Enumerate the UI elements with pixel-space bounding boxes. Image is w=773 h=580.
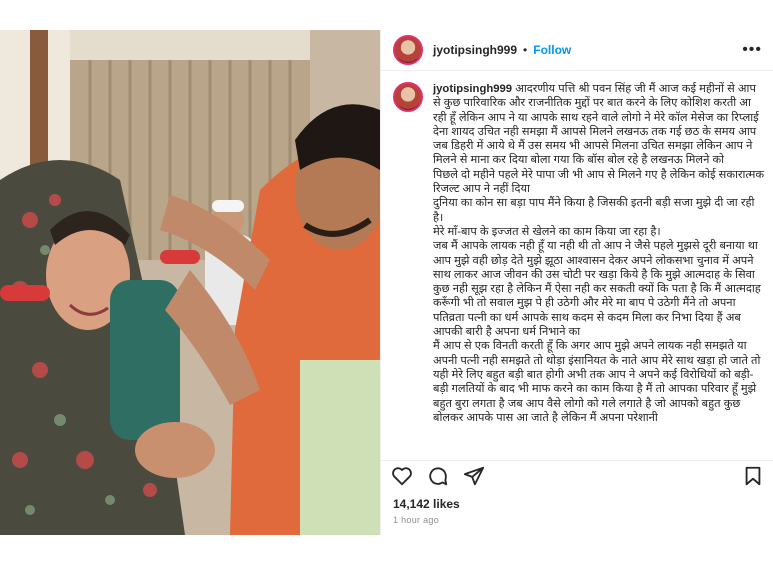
caption-line: आदरणीय पत्ति श्री पवन सिंह जी मैं आज कई … (433, 83, 759, 167)
caption-paragraph: jyotipsingh999 आदरणीय पत्ति श्री पवन सिं… (433, 82, 765, 168)
avatar[interactable] (393, 35, 423, 65)
post-sidebar: jyotipsingh999 • Follow ••• jyotipsingh9… (380, 30, 773, 535)
post-actions (381, 460, 773, 490)
paper-plane-icon[interactable] (463, 465, 485, 487)
caption-line: पिछले दो महीने पहले मेरे पापा जी भी आप स… (433, 168, 765, 196)
post-timestamp[interactable]: 1 hour ago (393, 515, 439, 525)
caption-line: मैं आप से एक विनती करती हूँ कि अगर आप मु… (433, 340, 761, 424)
likes-count[interactable]: 14,142 likes (393, 497, 460, 511)
caption-line: दुनिया का कोन सा बड़ा पाप मैंने किया है … (433, 197, 755, 224)
post-photo[interactable] (0, 30, 380, 535)
comment-icon[interactable] (427, 465, 449, 487)
bookmark-icon[interactable] (742, 465, 764, 487)
follow-button[interactable]: Follow (533, 43, 571, 57)
separator: • (523, 43, 528, 57)
caption-line: जब मैं आपके लायक नही हूँ या नही थी तो आप… (433, 240, 761, 339)
post-caption: jyotipsingh999 आदरणीय पत्ति श्री पवन सिं… (393, 82, 765, 477)
heart-icon[interactable] (391, 465, 413, 487)
username[interactable]: jyotipsingh999 (433, 43, 517, 57)
instagram-post: jyotipsingh999 • Follow ••• jyotipsingh9… (0, 30, 773, 535)
caption-avatar[interactable] (393, 82, 423, 112)
caption-line: मेरे माँ-बाप के इज्जत से खेलने का काम कि… (433, 225, 661, 238)
caption-username[interactable]: jyotipsingh999 (433, 83, 512, 95)
more-options-icon[interactable]: ••• (742, 42, 762, 58)
post-photo-illustration (0, 30, 380, 535)
post-header: jyotipsingh999 • Follow ••• (381, 30, 773, 71)
